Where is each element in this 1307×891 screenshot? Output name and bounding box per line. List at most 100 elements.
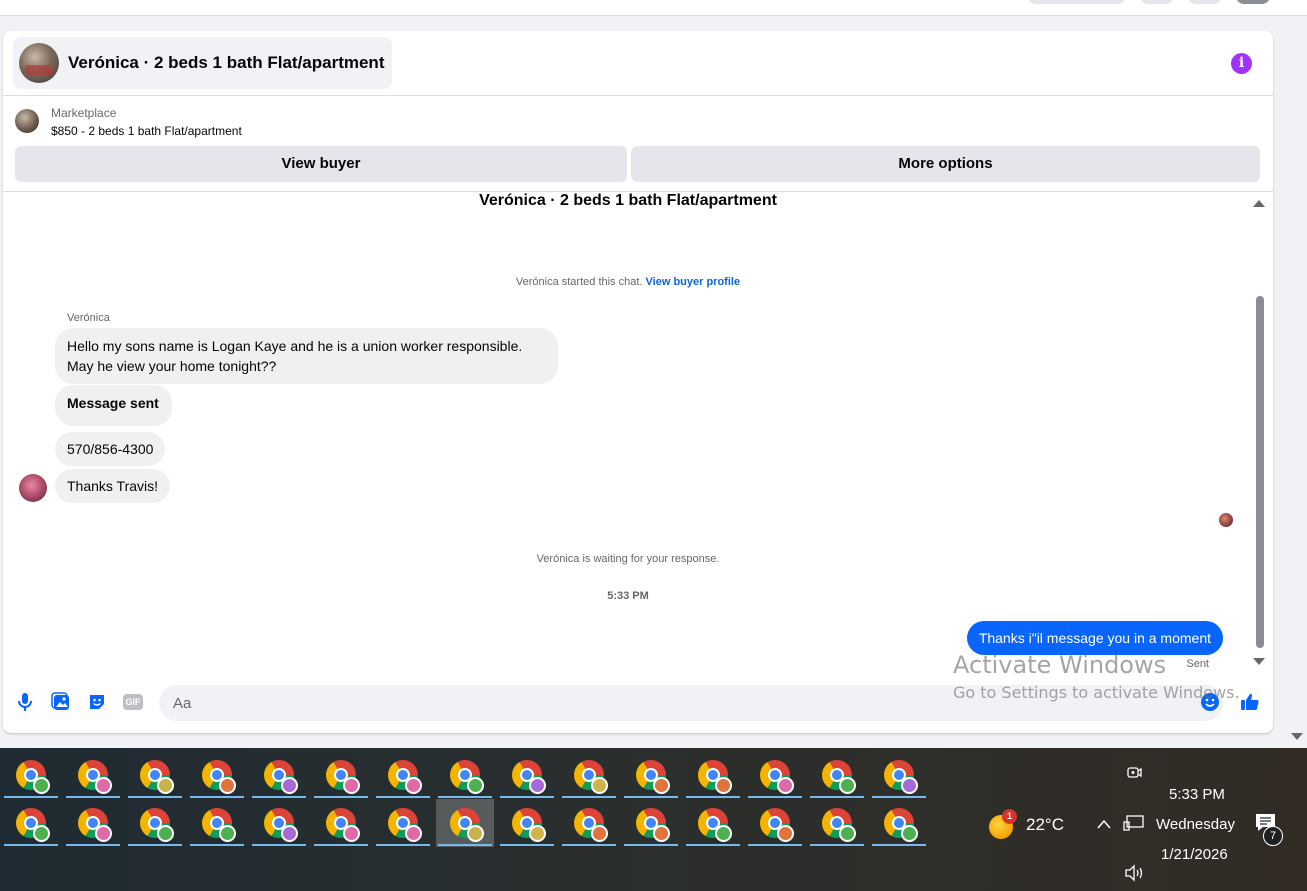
outgoing-message-bubble[interactable]: Thanks i"il message you in a moment	[966, 621, 1223, 655]
chrome-profile-icon	[512, 808, 546, 842]
message-bubble[interactable]: Message sent	[55, 385, 172, 426]
top-round-button[interactable]	[1140, 0, 1174, 4]
message-text: Thanks Travis!	[67, 478, 159, 494]
chrome-profile-icon	[512, 760, 546, 794]
microphone-icon[interactable]	[14, 691, 36, 713]
emoji-icon[interactable]	[1199, 691, 1221, 713]
volume-icon[interactable]	[1124, 864, 1146, 887]
profile-badge-icon	[467, 825, 484, 842]
temperature[interactable]: 22°C	[1026, 815, 1064, 835]
taskbar-chrome-window[interactable]	[188, 799, 246, 847]
chat-scrollbar[interactable]	[1253, 192, 1271, 672]
meet-now-icon[interactable]	[1124, 764, 1144, 780]
profile-badge-icon	[405, 825, 422, 842]
message-bubble[interactable]: Thanks Travis!	[55, 469, 171, 503]
profile-badge-icon	[33, 825, 50, 842]
taskbar-chrome-window[interactable]	[2, 799, 60, 847]
taskbar-chrome-window[interactable]	[374, 799, 432, 847]
profile-badge-icon	[343, 825, 360, 842]
taskbar-chrome-window[interactable]	[250, 799, 308, 847]
taskbar-chrome-window[interactable]	[2, 751, 60, 799]
taskbar-chrome-window[interactable]	[870, 751, 928, 799]
message-timestamp: 5:33 PM	[607, 590, 649, 602]
listing-thumbnail	[15, 109, 39, 133]
taskbar-chrome-window[interactable]	[374, 751, 432, 799]
profile-badge-icon	[529, 777, 546, 794]
page-scroll-down-icon[interactable]	[1291, 733, 1303, 740]
sticker-icon[interactable]	[86, 691, 108, 713]
taskbar-chrome-window[interactable]	[436, 751, 494, 799]
message-text: May he view your home tonight??	[67, 358, 277, 374]
taskbar-chrome-window[interactable]	[250, 751, 308, 799]
chrome-profile-icon	[636, 808, 670, 842]
message-input[interactable]	[159, 685, 1223, 721]
view-buyer-button[interactable]: View buyer	[15, 146, 627, 182]
chevron-up-icon[interactable]	[1096, 817, 1112, 835]
waiting-note: Verónica is waiting for your response.	[536, 553, 720, 565]
taskbar-chrome-window[interactable]	[312, 751, 370, 799]
chrome-profile-icon	[202, 808, 236, 842]
chrome-profile-icon	[884, 760, 918, 794]
profile-avatar[interactable]	[1236, 0, 1270, 4]
profile-badge-icon	[405, 777, 422, 794]
chrome-profile-icon	[574, 760, 608, 794]
listing-price[interactable]: $850 - 2 beds 1 bath Flat/apartment	[51, 124, 242, 138]
clock-date[interactable]: 1/21/2026	[1161, 846, 1228, 863]
taskbar-chrome-window[interactable]	[188, 751, 246, 799]
clock-day[interactable]: Wednesday	[1156, 816, 1235, 833]
info-icon[interactable]: i	[1231, 53, 1252, 74]
taskbar-chrome-window[interactable]	[126, 799, 184, 847]
gif-icon[interactable]: GIF	[122, 691, 144, 713]
taskbar-chrome-window[interactable]	[622, 751, 680, 799]
chrome-profile-icon	[698, 760, 732, 794]
taskbar-chrome-window[interactable]	[498, 751, 556, 799]
taskbar-chrome-window[interactable]	[746, 751, 804, 799]
message-bubble[interactable]: 570/856-4300	[55, 432, 166, 466]
taskbar-chrome-window[interactable]	[746, 799, 804, 847]
clock-time[interactable]: 5:33 PM	[1169, 786, 1225, 803]
sender-name: Verónica	[67, 312, 110, 324]
taskbar-chrome-window[interactable]	[622, 799, 680, 847]
taskbar-chrome-window[interactable]	[560, 799, 618, 847]
chrome-profile-icon	[760, 808, 794, 842]
taskbar-chrome-window[interactable]	[64, 799, 122, 847]
view-buyer-profile-link[interactable]: View buyer profile	[646, 276, 741, 288]
chrome-profile-icon	[78, 808, 112, 842]
top-pill-button[interactable]	[1028, 0, 1126, 4]
taskbar-chrome-window[interactable]	[870, 799, 928, 847]
profile-badge-icon	[653, 825, 670, 842]
chrome-profile-icon	[822, 760, 856, 794]
photo-icon[interactable]	[50, 691, 72, 713]
taskbar-chrome-window[interactable]	[684, 799, 742, 847]
scroll-down-arrow-icon[interactable]	[1253, 658, 1265, 665]
message-list: Verónica · 2 beds 1 bath Flat/apartment …	[3, 192, 1253, 680]
notification-count-badge: 7	[1263, 826, 1283, 846]
chrome-profile-icon	[822, 808, 856, 842]
chat-header: Verónica · 2 beds 1 bath Flat/apartment …	[3, 31, 1273, 96]
taskbar-chrome-window[interactable]	[126, 751, 184, 799]
chrome-profile-icon	[388, 760, 422, 794]
message-text: Hello my sons name is Logan Kaye and he …	[67, 338, 523, 354]
message-bubble[interactable]: Hello my sons name is Logan Kaye and he …	[55, 328, 558, 384]
scroll-thumb[interactable]	[1256, 296, 1264, 648]
chrome-profile-icon	[326, 808, 360, 842]
profile-badge-icon	[777, 777, 794, 794]
taskbar-chrome-window[interactable]	[436, 799, 494, 847]
taskbar-chrome-window[interactable]	[808, 799, 866, 847]
taskbar-chrome-window[interactable]	[684, 751, 742, 799]
more-options-button[interactable]: More options	[631, 146, 1260, 182]
profile-badge-icon	[591, 825, 608, 842]
scroll-up-arrow-icon[interactable]	[1253, 200, 1265, 207]
profile-badge-icon	[591, 777, 608, 794]
profile-badge-icon	[343, 777, 360, 794]
taskbar-chrome-window[interactable]	[312, 799, 370, 847]
chat-title-button[interactable]: Verónica · 2 beds 1 bath Flat/apartment	[13, 37, 393, 89]
sender-avatar[interactable]	[19, 474, 47, 502]
top-round-button[interactable]	[1188, 0, 1222, 4]
thumbs-up-icon[interactable]	[1239, 691, 1261, 713]
taskbar-chrome-window[interactable]	[808, 751, 866, 799]
taskbar-chrome-window[interactable]	[560, 751, 618, 799]
taskbar-chrome-window[interactable]	[498, 799, 556, 847]
network-icon[interactable]	[1123, 814, 1145, 837]
taskbar-chrome-window[interactable]	[64, 751, 122, 799]
